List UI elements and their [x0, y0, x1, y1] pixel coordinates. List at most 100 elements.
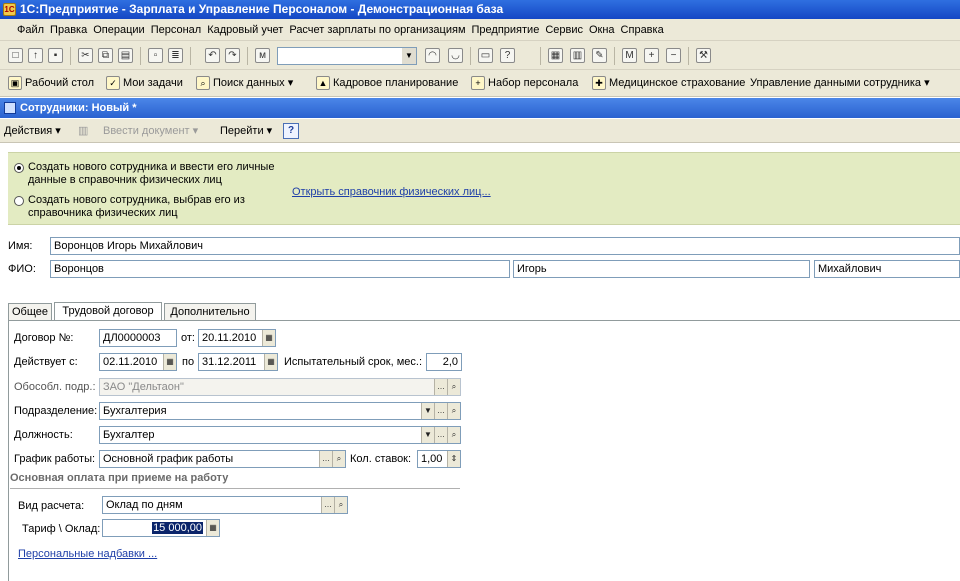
- schedule-field[interactable]: Основной график работы… ⌕: [99, 450, 346, 468]
- save-icon[interactable]: ▪: [48, 48, 63, 63]
- search-icon[interactable]: ⌕: [447, 403, 460, 419]
- chevron-down-icon[interactable]: ▼: [402, 48, 416, 64]
- probation-field[interactable]: 2,0: [426, 353, 462, 371]
- department-label: Подразделение:: [14, 405, 98, 417]
- menu-hr[interactable]: Кадровый учет: [204, 19, 286, 41]
- panel-recruitment[interactable]: + Набор персонала: [471, 74, 578, 93]
- undo-icon[interactable]: ↶: [205, 48, 220, 63]
- radio-select-existing-label[interactable]: Создать нового сотрудника, выбрав его из…: [28, 194, 290, 220]
- spin-icon[interactable]: ⇕: [447, 451, 460, 467]
- position-field[interactable]: Бухгалтер ▼… ⌕: [99, 426, 461, 444]
- panel-medical[interactable]: ✚ Медицинское страхование: [592, 74, 745, 93]
- radio-create-new-label[interactable]: Создать нового сотрудника и ввести его л…: [28, 161, 290, 187]
- note-icon[interactable]: ✎: [592, 48, 607, 63]
- open-icon[interactable]: ↑: [28, 48, 43, 63]
- cut-icon[interactable]: ✂: [78, 48, 93, 63]
- ellipsis-icon[interactable]: …: [319, 451, 332, 467]
- find-prev-icon[interactable]: ◡: [448, 48, 463, 63]
- search-icon[interactable]: ⌕: [334, 497, 347, 513]
- memory-plus-icon[interactable]: +: [644, 48, 659, 63]
- tab-general[interactable]: Общее: [8, 303, 52, 321]
- record-icon: ▥: [78, 125, 89, 137]
- tariff-label: Тариф \ Оклад:: [22, 523, 101, 535]
- chevron-down-icon[interactable]: ▼: [421, 427, 434, 443]
- last-name-field[interactable]: Воронцов: [50, 260, 510, 278]
- calendar-icon[interactable]: ▦: [262, 330, 275, 346]
- toolbar-separator: [688, 47, 689, 65]
- tools-icon[interactable]: ⚒: [696, 48, 711, 63]
- form-action-bar: Действия ▾ ▥ Ввести документ ▾ Перейти ▾…: [0, 119, 960, 143]
- calendar-icon[interactable]: ▦: [264, 354, 277, 370]
- search-icon[interactable]: ⌕: [447, 427, 460, 443]
- department-field[interactable]: Бухгалтерия ▼… ⌕: [99, 402, 461, 420]
- paste-icon[interactable]: ▤: [118, 48, 133, 63]
- contract-date-label: от:: [181, 332, 195, 344]
- panel-employee-data[interactable]: Управление данными сотрудника ▾: [738, 74, 930, 93]
- panel-desktop[interactable]: ▣ Рабочий стол: [8, 74, 94, 93]
- calculator-icon[interactable]: ▦: [548, 48, 563, 63]
- first-name-field[interactable]: Игорь: [513, 260, 810, 278]
- redo-icon[interactable]: ↷: [225, 48, 240, 63]
- valid-from-field[interactable]: 02.11.2010 ▦: [99, 353, 177, 371]
- enter-document-menu[interactable]: Ввести документ ▾: [103, 123, 198, 139]
- ellipsis-icon[interactable]: …: [321, 497, 334, 513]
- personal-allowances-link[interactable]: Персональные надбавки ...: [18, 546, 157, 562]
- calendar-icon[interactable]: ▥: [570, 48, 585, 63]
- search-icon: ⌕: [447, 379, 460, 395]
- ellipsis-icon[interactable]: …: [434, 403, 447, 419]
- calendar-icon[interactable]: ▦: [163, 354, 176, 370]
- menu-help[interactable]: Справка: [618, 19, 667, 41]
- memory-minus-icon[interactable]: −: [666, 48, 681, 63]
- tab-additional[interactable]: Дополнительно: [164, 303, 256, 321]
- menu-file[interactable]: Файл: [14, 19, 47, 41]
- actions-menu[interactable]: Действия ▾: [4, 123, 61, 139]
- panel-my-tasks[interactable]: ✓ Мои задачи: [106, 74, 183, 93]
- valid-to-field[interactable]: 31.12.2011 ▦: [198, 353, 278, 371]
- goto-menu[interactable]: Перейти ▾: [220, 123, 272, 139]
- rates-field[interactable]: 1,00 ⇕: [417, 450, 461, 468]
- menu-payroll[interactable]: Расчет зарплаты по организациям: [286, 19, 468, 41]
- search-combo[interactable]: ▼: [277, 47, 417, 65]
- help-button[interactable]: ?: [283, 123, 299, 139]
- new-document-icon[interactable]: □: [8, 48, 23, 63]
- calculator-icon[interactable]: ▦: [206, 520, 219, 536]
- chevron-down-icon[interactable]: ▼: [421, 403, 434, 419]
- tariff-field[interactable]: 15 000,00 ▦: [102, 519, 220, 537]
- menu-personnel[interactable]: Персонал: [148, 19, 205, 41]
- menu-edit[interactable]: Правка: [47, 19, 90, 41]
- search-icon[interactable]: ⌕: [332, 451, 345, 467]
- menu-windows[interactable]: Окна: [586, 19, 618, 41]
- window-icon[interactable]: ▭: [478, 48, 493, 63]
- find-doc-icon[interactable]: ▫: [148, 48, 163, 63]
- name-label: Имя:: [8, 240, 33, 252]
- copy-icon[interactable]: ⧉: [98, 48, 113, 63]
- contract-date-field[interactable]: 20.11.2010 ▦: [198, 329, 276, 347]
- toolbar-separator: [540, 47, 541, 65]
- name-field[interactable]: Воронцов Игорь Михайлович: [50, 237, 960, 255]
- position-label: Должность:: [14, 429, 73, 441]
- panel-search-data[interactable]: ⌕ Поиск данных ▾: [196, 74, 293, 93]
- tab-labor-contract[interactable]: Трудовой договор: [54, 302, 162, 321]
- find-next-icon[interactable]: ◠: [425, 48, 440, 63]
- panel-hr-planning[interactable]: ▲ Кадровое планирование: [316, 74, 458, 93]
- contract-number-field[interactable]: ДЛ0000003: [99, 329, 177, 347]
- menu-operations[interactable]: Операции: [90, 19, 147, 41]
- menu-enterprise[interactable]: Предприятие: [469, 19, 543, 41]
- calc-type-field[interactable]: Оклад по дням… ⌕: [102, 496, 348, 514]
- find-icon[interactable]: м: [255, 48, 270, 63]
- fio-label: ФИО:: [8, 263, 36, 275]
- section-divider: [10, 488, 460, 489]
- schedule-label: График работы:: [14, 453, 96, 465]
- help-tips-icon[interactable]: ?: [500, 48, 515, 63]
- menu-service[interactable]: Сервис: [542, 19, 586, 41]
- open-persons-directory-link[interactable]: Открыть справочник физических лиц...: [292, 184, 491, 200]
- memory-m-icon[interactable]: M: [622, 48, 637, 63]
- radio-create-new[interactable]: [14, 163, 24, 173]
- valid-from-label: Действует с:: [14, 356, 78, 368]
- medical-icon: ✚: [592, 76, 606, 90]
- ellipsis-icon[interactable]: …: [434, 427, 447, 443]
- middle-name-field[interactable]: Михайлович: [814, 260, 960, 278]
- list-icon[interactable]: ≣: [168, 48, 183, 63]
- radio-select-existing[interactable]: [14, 196, 24, 206]
- valid-to-label: по: [182, 356, 195, 368]
